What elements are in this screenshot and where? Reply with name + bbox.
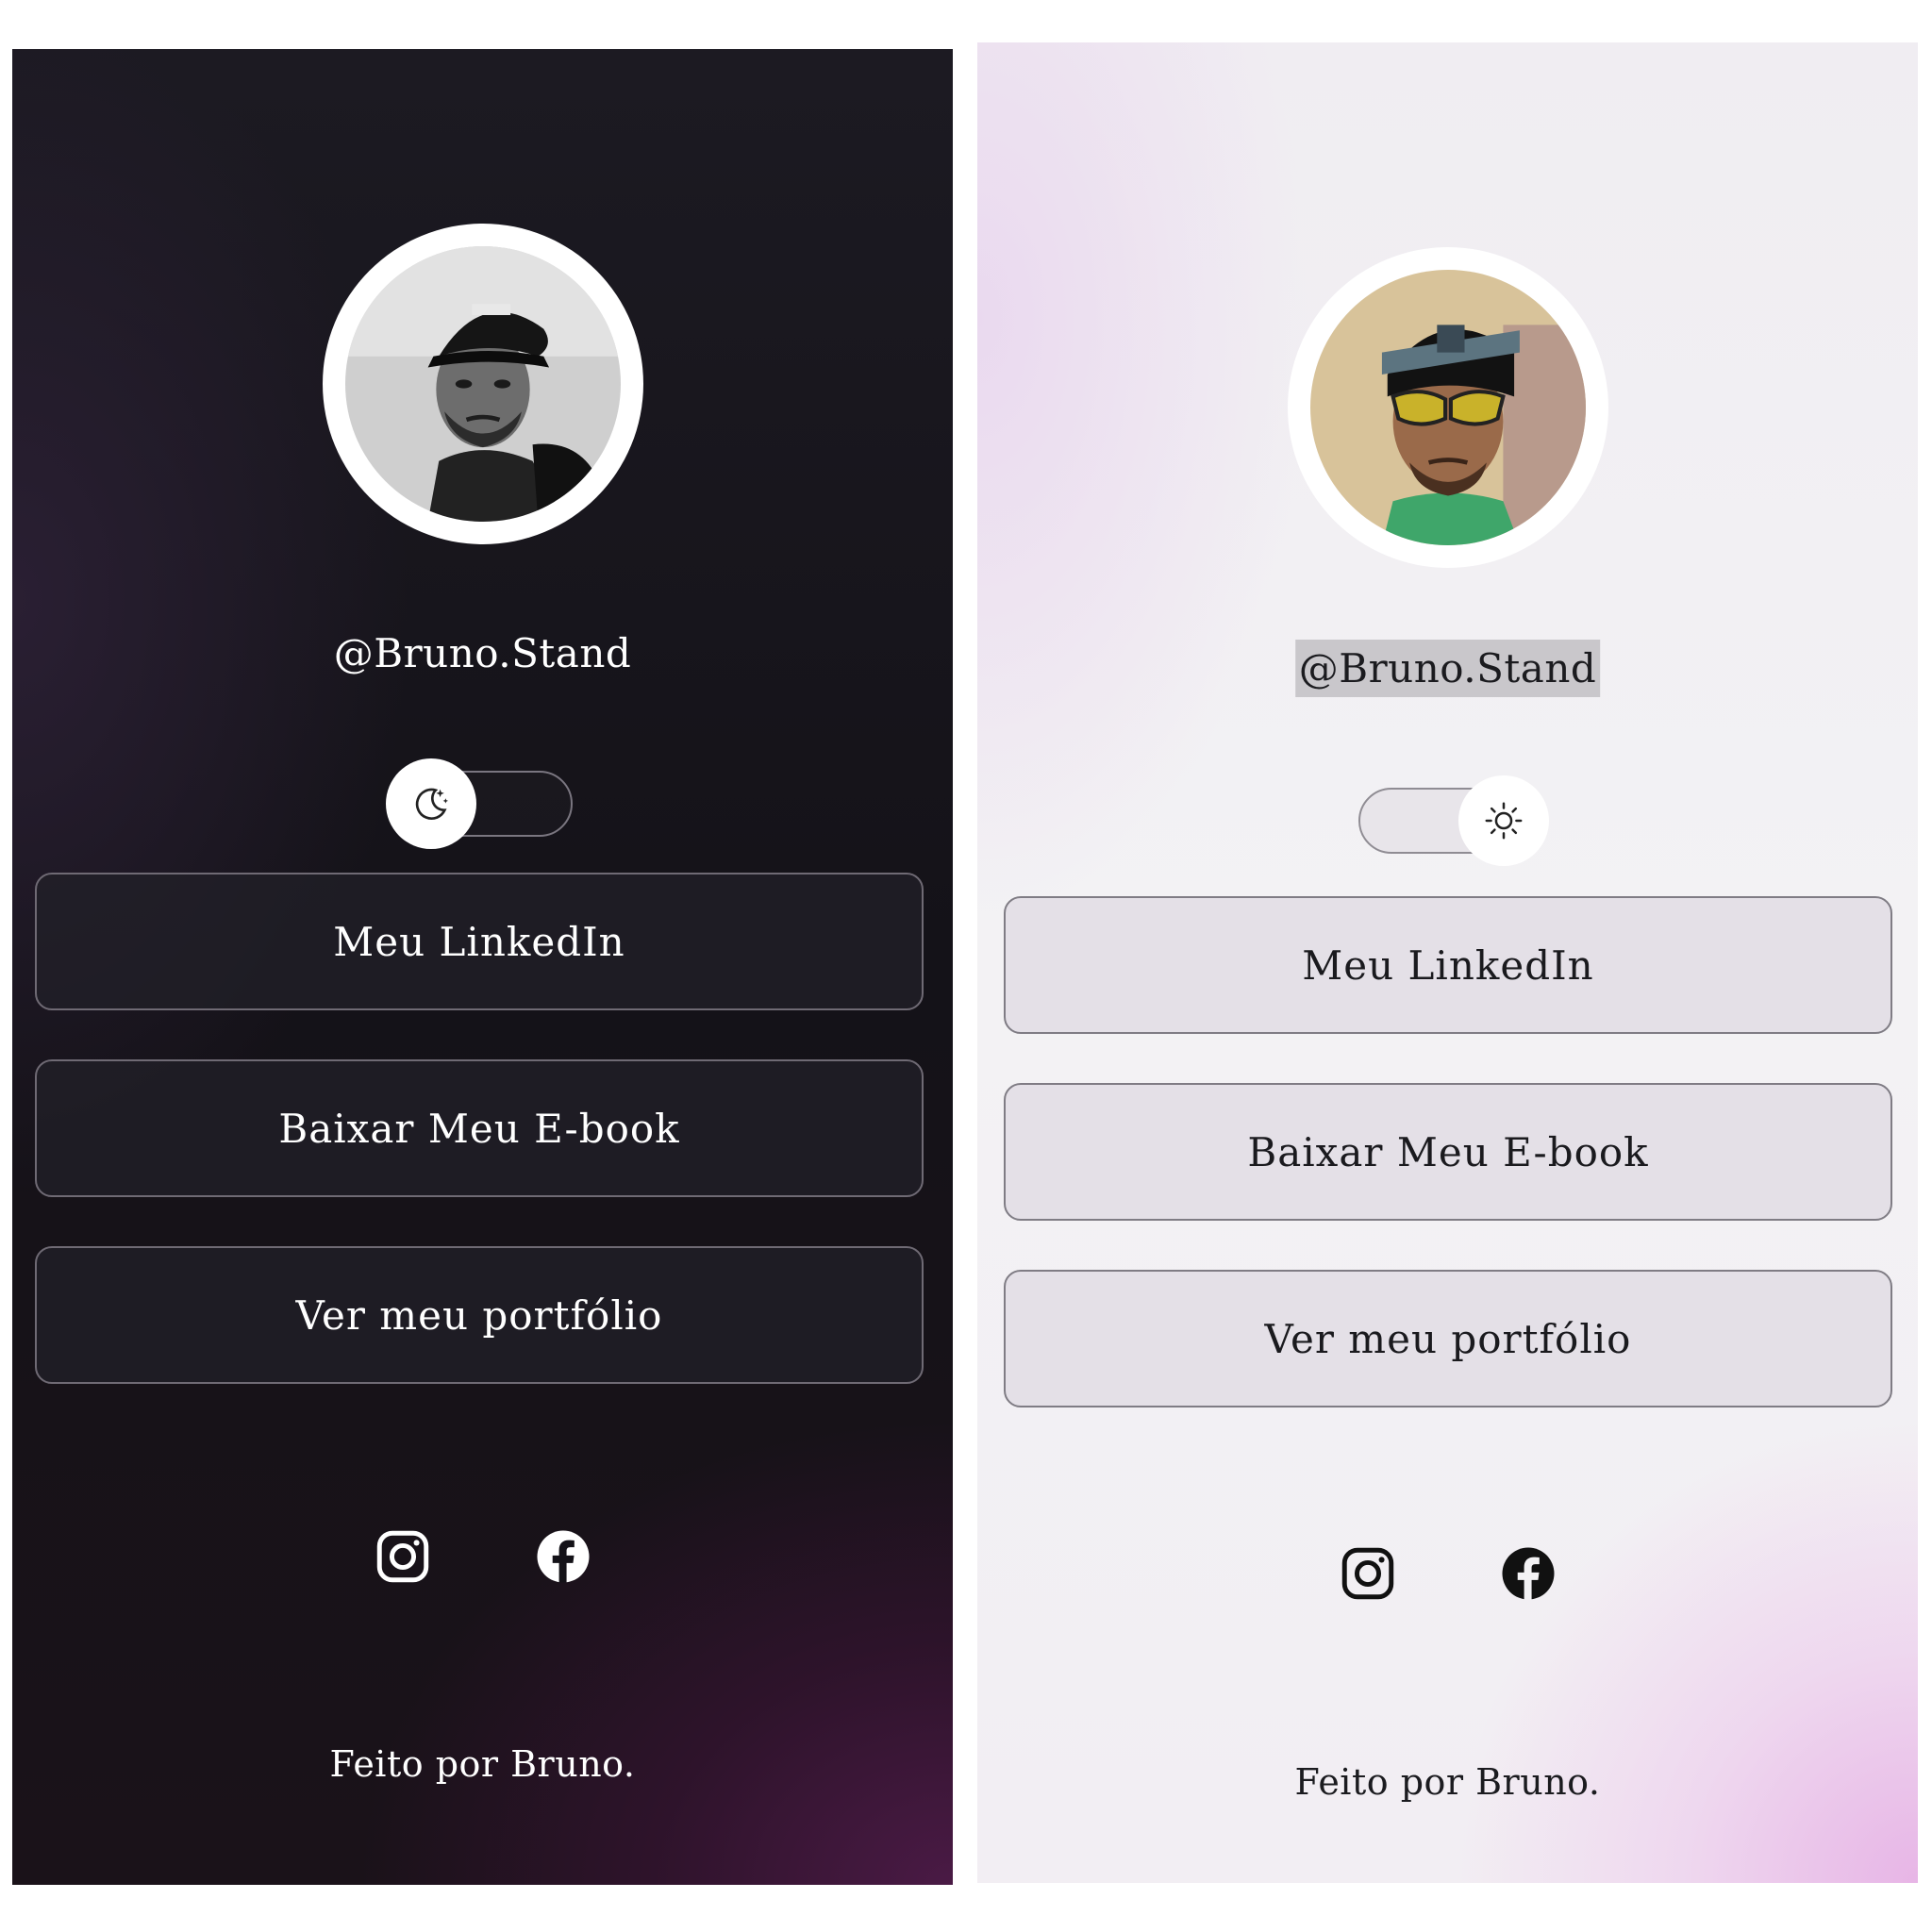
footer-credit: Feito por Bruno. [1294,1761,1601,1803]
profile-handle: @Bruno.Stand [333,630,632,676]
ebook-download-button[interactable]: Baixar Meu E-book [35,1059,924,1197]
portfolio-link-button[interactable]: Ver meu portfólio [35,1246,924,1384]
light-theme-view: @Bruno.Stand Meu LinkedIn Baixar Meu E-b… [977,42,1918,1883]
avatar [344,246,621,522]
person-grayscale-photo-icon [344,246,621,522]
avatar-ring [322,224,643,544]
toggle-knob[interactable] [385,758,476,849]
portfolio-link-button[interactable]: Ver meu portfólio [1004,1270,1892,1407]
linkedin-link-button[interactable]: Meu LinkedIn [35,873,924,1010]
moon-stars-icon [415,788,448,820]
sun-icon [1485,802,1522,840]
ebook-download-button[interactable]: Baixar Meu E-book [1004,1083,1892,1221]
screenshot-canvas: @Bruno.Stand Meu LinkedIn Baixar Meu E-b… [0,0,1932,1932]
social-links [1337,1542,1559,1605]
toggle-knob[interactable] [1457,775,1549,866]
facebook-icon[interactable] [532,1525,594,1588]
avatar [1309,270,1586,545]
avatar-ring [1287,247,1608,568]
person-color-photo-icon [1309,270,1586,545]
footer-credit: Feito por Bruno. [329,1743,636,1785]
instagram-icon[interactable] [372,1525,434,1588]
profile-handle: @Bruno.Stand [1294,640,1601,697]
social-links [372,1525,594,1588]
facebook-icon[interactable] [1497,1542,1559,1605]
instagram-icon[interactable] [1337,1542,1399,1605]
theme-toggle[interactable] [385,758,573,849]
theme-toggle[interactable] [1357,775,1549,866]
linkedin-link-button[interactable]: Meu LinkedIn [1004,896,1892,1034]
dark-theme-view: @Bruno.Stand Meu LinkedIn Baixar Meu E-b… [12,49,953,1885]
